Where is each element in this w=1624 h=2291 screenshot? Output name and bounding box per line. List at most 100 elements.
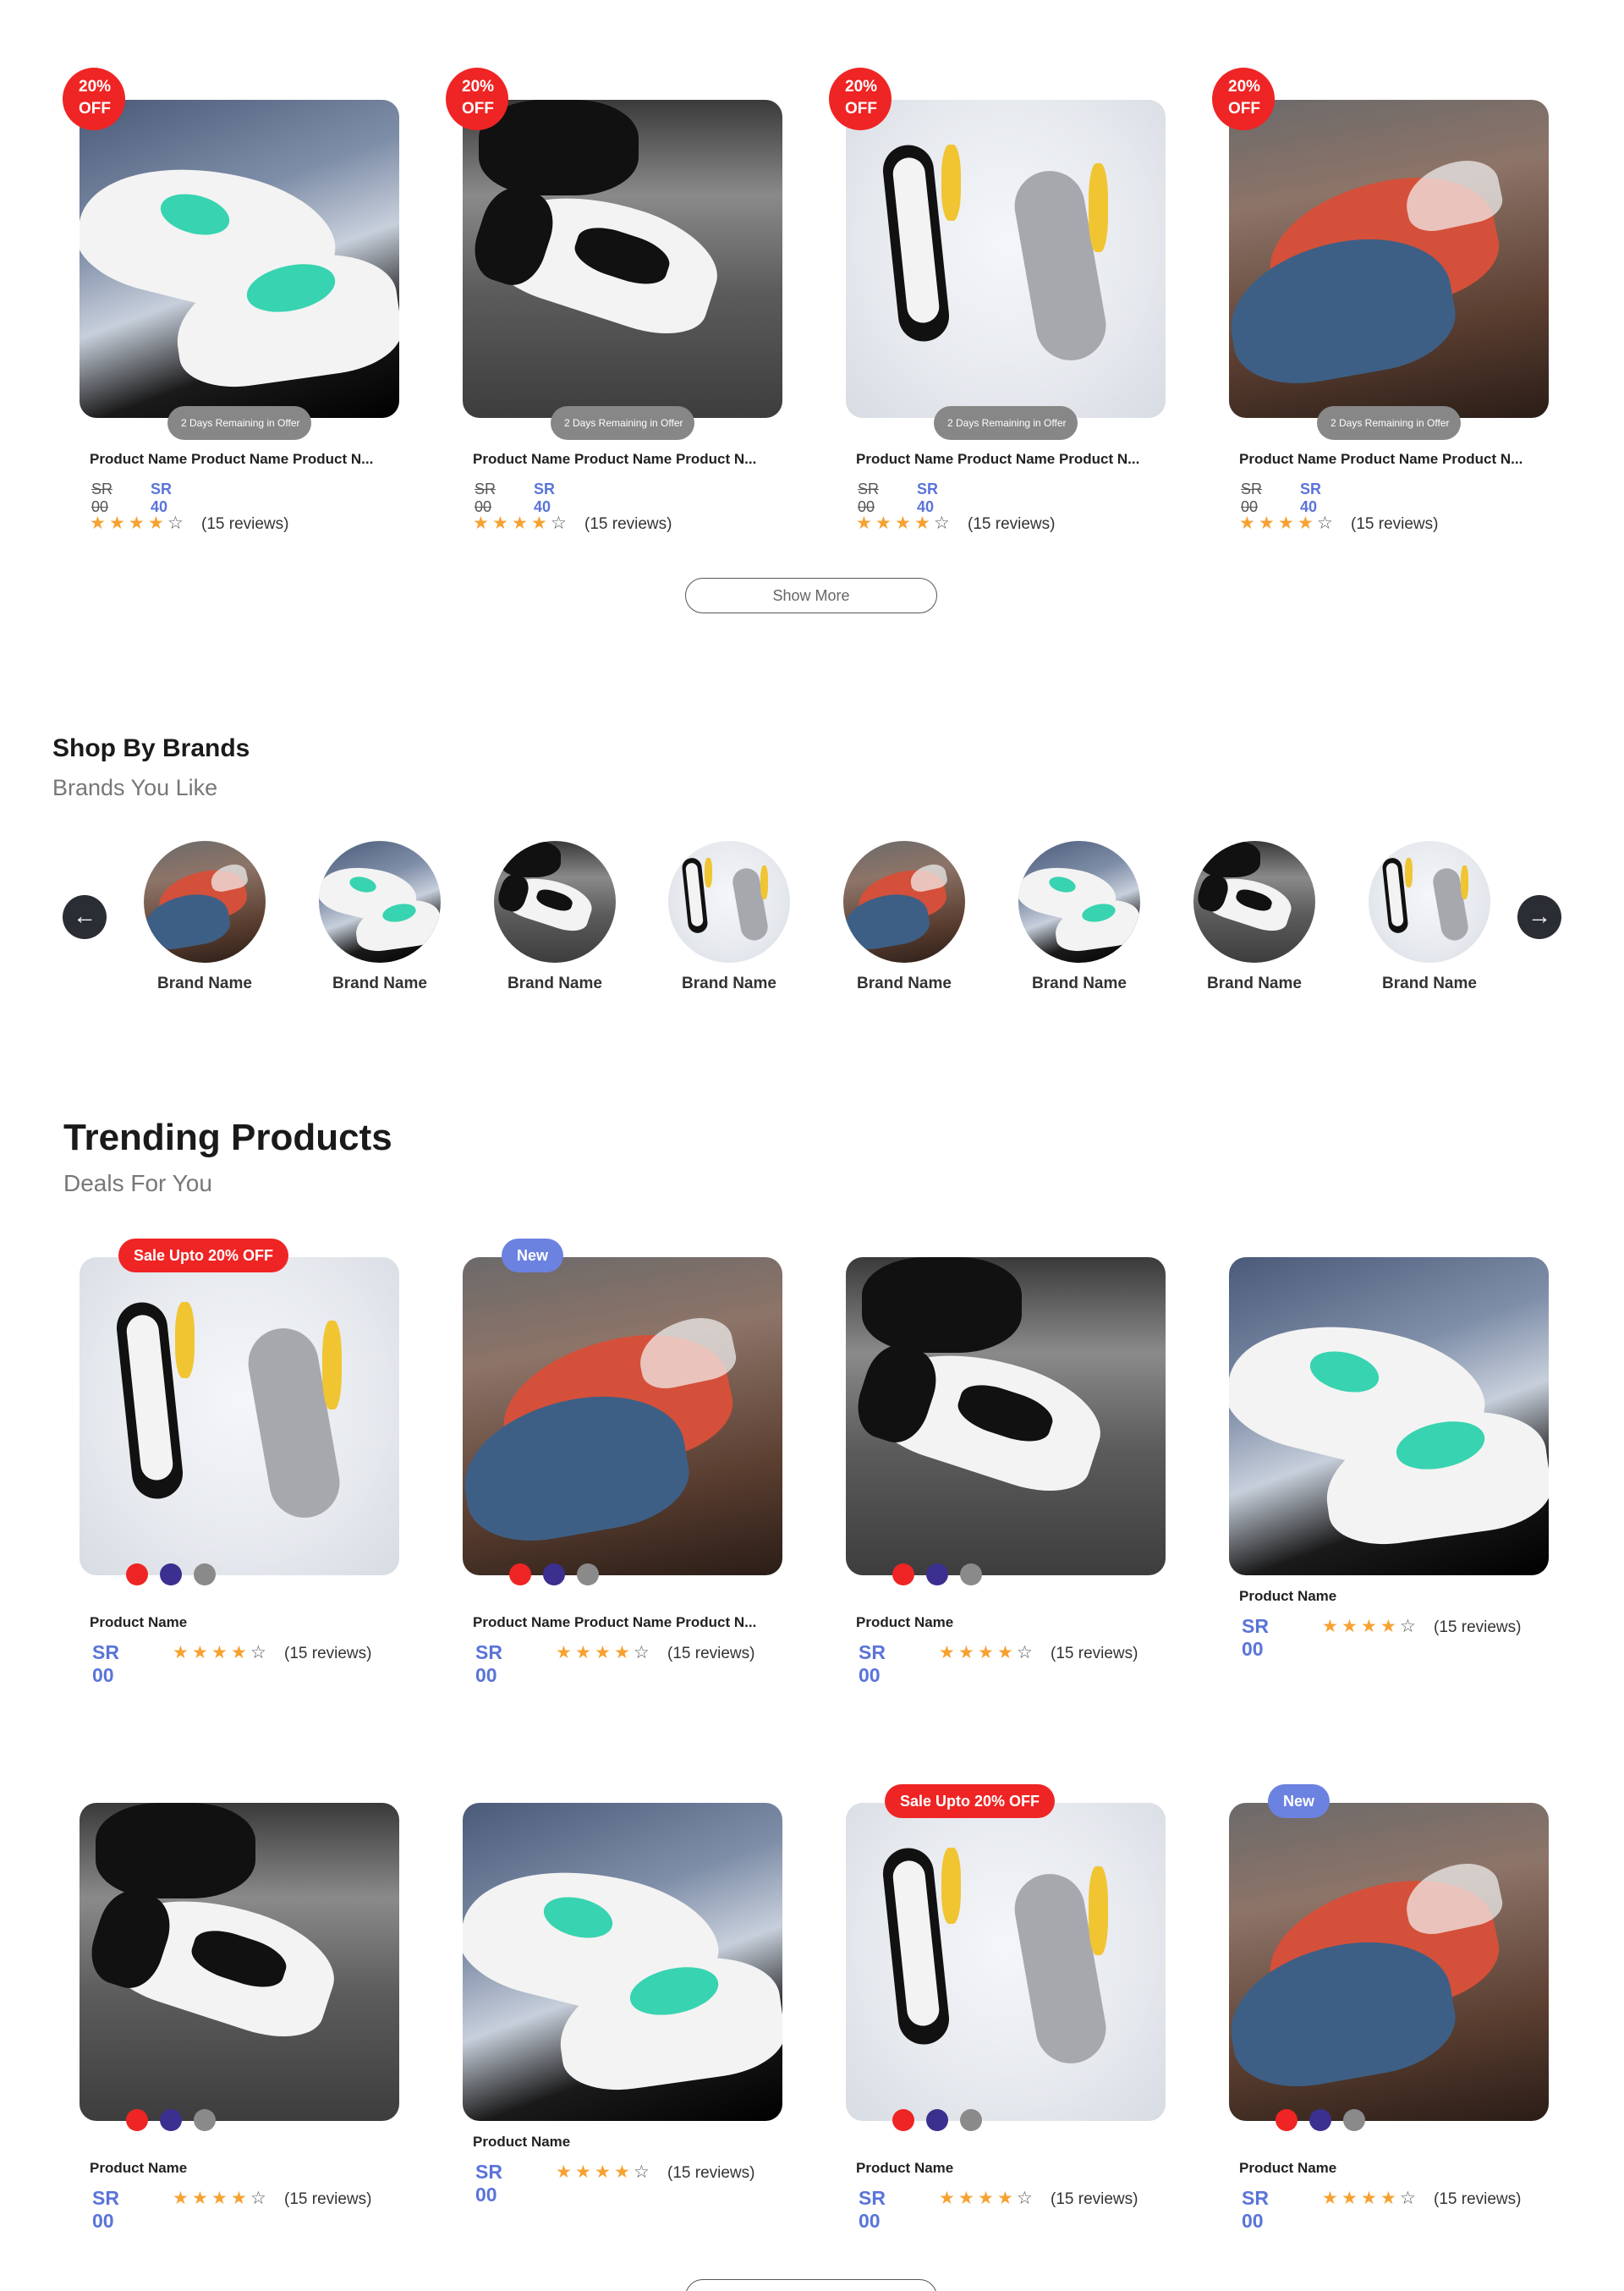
color-swatch[interactable] (1276, 2109, 1298, 2131)
color-swatch[interactable] (509, 1563, 531, 1585)
star-filled-icon: ★ (211, 1643, 228, 1662)
product-image[interactable] (463, 1257, 782, 1575)
product-image[interactable] (80, 1803, 399, 2121)
star-filled-icon: ★ (978, 1643, 994, 1662)
old-price: SR 00 (475, 481, 497, 515)
color-swatch[interactable] (1309, 2109, 1331, 2131)
product-image[interactable] (846, 1803, 1166, 2121)
product-name[interactable]: Product Name (90, 2160, 394, 2177)
product-image[interactable] (463, 100, 782, 418)
color-swatch[interactable] (194, 2109, 216, 2131)
star-filled-icon: ★ (192, 1643, 208, 1662)
rating-stars: ★ ★ ★ ★ ☆ (1239, 514, 1334, 532)
color-swatches (126, 1563, 216, 1585)
brand-name[interactable]: Brand Name (1345, 975, 1514, 993)
color-swatch[interactable] (126, 1563, 148, 1585)
product-name[interactable]: Product Name (90, 1614, 394, 1631)
star-filled-icon: ★ (1361, 2189, 1377, 2208)
star-filled-icon: ★ (895, 514, 911, 533)
color-swatch[interactable] (160, 1563, 182, 1585)
brand-logo[interactable] (1369, 841, 1490, 963)
product-name[interactable]: Product Name Product Name Product N... (856, 451, 1160, 468)
sale-price: SR 40 (534, 481, 556, 515)
color-swatch[interactable] (960, 2109, 982, 2131)
product-name[interactable]: Product Name Product Name Product N... (473, 451, 777, 468)
product-image[interactable] (80, 1257, 399, 1575)
old-price: SR 00 (91, 481, 113, 515)
brand-name[interactable]: Brand Name (820, 975, 989, 993)
star-filled-icon: ★ (492, 514, 508, 533)
product-price: SR 00 (92, 1641, 119, 1686)
brand-logo[interactable] (494, 841, 616, 963)
product-name[interactable]: Product Name (856, 1614, 1160, 1631)
brands-next-arrow-icon[interactable]: → (1517, 895, 1561, 939)
color-swatch[interactable] (543, 1563, 565, 1585)
brand-logo[interactable] (319, 841, 441, 963)
star-filled-icon: ★ (958, 2189, 974, 2208)
product-price: SR 00 (1242, 2187, 1269, 2232)
color-swatch[interactable] (892, 2109, 914, 2131)
star-filled-icon: ★ (231, 2189, 247, 2208)
trending-title: Trending Products (63, 1117, 392, 1158)
brand-logo[interactable] (1018, 841, 1140, 963)
product-image[interactable] (1229, 1803, 1549, 2121)
product-name[interactable]: Product Name (473, 2134, 777, 2151)
product-name[interactable]: Product Name Product Name Product N... (1239, 451, 1544, 468)
brand-logo[interactable] (668, 841, 790, 963)
show-more-button[interactable]: Show More (685, 578, 937, 613)
brand-logo[interactable] (1193, 841, 1315, 963)
brand-name[interactable]: Brand Name (120, 975, 289, 993)
product-price: SR 00 (92, 2187, 119, 2232)
sale-price: SR 40 (151, 481, 173, 515)
shoe-graphic (861, 1257, 1022, 1353)
star-filled-icon: ★ (614, 1643, 630, 1662)
product-image[interactable] (80, 100, 399, 418)
product-image[interactable] (1229, 1257, 1549, 1575)
color-swatch[interactable] (926, 2109, 948, 2131)
star-filled-icon: ★ (978, 2189, 994, 2208)
color-swatch[interactable] (194, 1563, 216, 1585)
discount-badge-percent: 20% (1228, 78, 1261, 96)
brand-logo[interactable] (144, 841, 266, 963)
product-image[interactable] (463, 1803, 782, 2121)
color-swatch[interactable] (1343, 2109, 1365, 2131)
product-name[interactable]: Product Name (1239, 2160, 1544, 2177)
bottom-show-more-button[interactable] (685, 2279, 937, 2291)
color-swatch[interactable] (577, 1563, 599, 1585)
color-swatch[interactable] (160, 2109, 182, 2131)
brand-name[interactable]: Brand Name (1170, 975, 1339, 993)
brand-logo[interactable] (843, 841, 965, 963)
brands-subtitle: Brands You Like (52, 775, 218, 800)
product-image[interactable] (846, 100, 1166, 418)
star-filled-icon: ★ (531, 514, 547, 533)
brand-name[interactable]: Brand Name (645, 975, 814, 993)
color-swatch[interactable] (926, 1563, 948, 1585)
color-swatch[interactable] (126, 2109, 148, 2131)
product-name[interactable]: Product Name Product Name Product N... (90, 451, 394, 468)
star-empty-icon: ☆ (250, 1643, 266, 1662)
product-image[interactable] (846, 1257, 1166, 1575)
product-name[interactable]: Product Name (1239, 1588, 1544, 1605)
rating-stars: ★ ★ ★ ★ ☆ (939, 2189, 1034, 2208)
color-swatch[interactable] (892, 1563, 914, 1585)
brand-name[interactable]: Brand Name (995, 975, 1164, 993)
reviews-count: (15 reviews) (584, 515, 672, 533)
color-swatches (126, 2109, 216, 2131)
product-image[interactable] (1229, 100, 1549, 418)
shoe-graphic (760, 865, 769, 900)
brands-prev-arrow-icon[interactable]: ← (63, 895, 107, 939)
star-filled-icon: ★ (997, 2189, 1013, 2208)
shoe-graphic (1199, 841, 1261, 878)
rating-stars: ★ ★ ★ ★ ☆ (1322, 2189, 1417, 2208)
brand-name[interactable]: Brand Name (295, 975, 464, 993)
color-swatches (892, 1563, 982, 1585)
star-filled-icon: ★ (997, 1643, 1013, 1662)
color-swatch[interactable] (960, 1563, 982, 1585)
brand-name[interactable]: Brand Name (470, 975, 639, 993)
trending-subtitle: Deals For You (63, 1170, 212, 1196)
product-name[interactable]: Product Name (856, 2160, 1160, 2177)
product-name[interactable]: Product Name Product Name Product N... (473, 1614, 777, 1631)
reviews-count: (15 reviews) (1434, 2190, 1522, 2208)
discount-badge-off: OFF (845, 100, 877, 118)
product-price: SR 00 (859, 2187, 886, 2232)
